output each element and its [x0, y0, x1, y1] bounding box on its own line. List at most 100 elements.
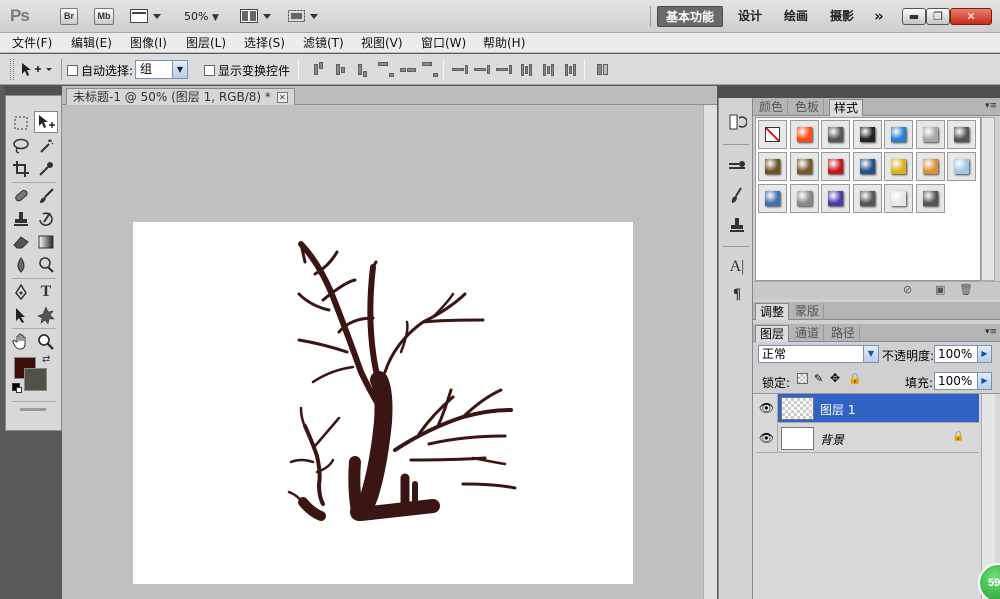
- canvas[interactable]: [133, 222, 633, 584]
- bridge-button[interactable]: Br: [60, 8, 78, 25]
- crop-tool-icon[interactable]: [9, 158, 33, 180]
- move-tool-icon[interactable]: [34, 111, 58, 133]
- tab-swatches[interactable]: 色板: [791, 99, 825, 116]
- distribute-left-icon[interactable]: [518, 62, 534, 77]
- pen-tool-icon[interactable]: [9, 281, 33, 303]
- blend-mode-dropdown[interactable]: 正常 ▼: [758, 345, 879, 363]
- delete-style-icon[interactable]: 🗑: [959, 283, 973, 296]
- zoom-level-dropdown[interactable]: 50% ▼: [184, 10, 219, 23]
- styles-scrollbar[interactable]: [981, 117, 995, 281]
- blur-tool-icon[interactable]: [9, 254, 33, 276]
- eye-icon[interactable]: 👁: [756, 424, 778, 453]
- workspace-essentials[interactable]: 基本功能: [657, 6, 724, 27]
- tab-layers[interactable]: 图层: [755, 325, 790, 342]
- menu-select[interactable]: 选择(S): [244, 35, 285, 51]
- style-swatch[interactable]: [758, 184, 787, 213]
- layer-row-layer-1[interactable]: 👁 图层 1: [756, 394, 979, 423]
- new-style-icon[interactable]: ▣: [935, 283, 945, 296]
- style-swatch[interactable]: [947, 152, 976, 181]
- menu-view[interactable]: 视图(V): [361, 35, 403, 51]
- clone-source-panel-icon[interactable]: [727, 216, 747, 236]
- panel-menu-icon[interactable]: ▾≡: [985, 101, 997, 111]
- history-brush-tool-icon[interactable]: [34, 208, 58, 230]
- history-panel-icon[interactable]: [727, 112, 748, 132]
- style-swatch[interactable]: [852, 152, 882, 181]
- workspace-design[interactable]: 设计: [730, 6, 770, 27]
- style-swatch[interactable]: [915, 120, 945, 149]
- hand-tool-icon[interactable]: [9, 331, 33, 353]
- brush-tool-icon[interactable]: [34, 185, 58, 207]
- menu-file[interactable]: 文件(F): [12, 35, 52, 51]
- menu-help[interactable]: 帮助(H): [483, 35, 525, 51]
- style-swatch[interactable]: [789, 184, 819, 213]
- tab-adjustments[interactable]: 调整: [755, 303, 790, 320]
- distribute-top-icon[interactable]: [452, 62, 468, 77]
- menu-filter[interactable]: 滤镜(T): [303, 35, 344, 51]
- tab-masks[interactable]: 蒙版: [791, 303, 825, 320]
- style-swatch[interactable]: [915, 152, 945, 181]
- panel-header-bar[interactable]: [752, 86, 1000, 98]
- lasso-tool-icon[interactable]: [9, 135, 33, 157]
- eraser-tool-icon[interactable]: [9, 231, 33, 253]
- style-swatch[interactable]: [821, 152, 850, 181]
- distribute-bottom-icon[interactable]: [496, 62, 512, 77]
- document-tab[interactable]: 未标题-1 @ 50% (图层 1, RGB/8) * ✕: [66, 88, 295, 105]
- align-right-icon[interactable]: [422, 62, 438, 77]
- workspace-photography[interactable]: 摄影: [822, 6, 862, 27]
- align-top-icon[interactable]: [310, 62, 326, 77]
- layer-row-background[interactable]: 👁 背景 🔒: [756, 424, 979, 453]
- gradient-tool-icon[interactable]: [34, 231, 58, 253]
- tab-channels[interactable]: 通道: [791, 325, 825, 342]
- path-selection-tool-icon[interactable]: [9, 304, 33, 326]
- brush-presets-panel-icon[interactable]: [727, 156, 747, 176]
- lock-pixels-icon[interactable]: ✎: [814, 372, 823, 385]
- workspace-painting[interactable]: 绘画: [776, 6, 816, 27]
- fill-input[interactable]: 100% ▶: [934, 372, 992, 390]
- menu-image[interactable]: 图像(I): [130, 35, 167, 51]
- arrange-documents-button[interactable]: [240, 9, 272, 26]
- view-extras-button[interactable]: [130, 9, 162, 26]
- distribute-vertical-center-icon[interactable]: [474, 62, 490, 77]
- eyedropper-tool-icon[interactable]: [34, 158, 58, 180]
- style-swatch[interactable]: [758, 120, 787, 149]
- tab-paths[interactable]: 路径: [827, 325, 861, 342]
- healing-brush-tool-icon[interactable]: [9, 185, 33, 207]
- lock-position-icon[interactable]: ✥: [830, 371, 840, 385]
- fill-arrow-icon[interactable]: ▶: [977, 373, 991, 389]
- brush-panel-icon[interactable]: [727, 186, 747, 206]
- more-workspaces-icon[interactable]: »: [866, 6, 892, 27]
- menu-window[interactable]: 窗口(W): [421, 35, 466, 51]
- opacity-arrow-icon[interactable]: ▶: [977, 346, 991, 362]
- auto-select-dropdown[interactable]: 组 ▼: [135, 60, 188, 79]
- minimize-button[interactable]: ▬: [902, 8, 926, 25]
- align-vertical-center-icon[interactable]: [332, 62, 348, 77]
- close-window-button[interactable]: ✕: [950, 8, 992, 25]
- dock-header[interactable]: [718, 86, 752, 98]
- tool-preset-picker[interactable]: [20, 61, 56, 80]
- swap-colors-icon[interactable]: ⇄: [42, 354, 50, 365]
- magic-wand-tool-icon[interactable]: [34, 135, 58, 157]
- toolbar-header[interactable]: [5, 86, 62, 95]
- tab-styles[interactable]: 样式: [829, 99, 864, 116]
- style-swatch[interactable]: [852, 184, 882, 213]
- style-swatch[interactable]: [884, 152, 913, 181]
- opacity-input[interactable]: 100% ▶: [934, 345, 992, 363]
- align-left-icon[interactable]: [378, 62, 394, 77]
- style-swatch[interactable]: [947, 120, 976, 149]
- style-swatch[interactable]: [884, 120, 913, 149]
- marquee-tool-icon[interactable]: [9, 112, 33, 134]
- type-tool-icon[interactable]: T: [34, 281, 58, 303]
- mini-bridge-button[interactable]: Mb: [94, 8, 114, 25]
- restore-button[interactable]: ❐: [926, 8, 950, 25]
- eye-icon[interactable]: 👁: [756, 394, 778, 423]
- style-swatch[interactable]: [852, 120, 882, 149]
- dodge-tool-icon[interactable]: [34, 254, 58, 276]
- distribute-right-icon[interactable]: [562, 62, 578, 77]
- layers-panel-menu-icon[interactable]: ▾≡: [985, 327, 997, 337]
- background-color-swatch[interactable]: [24, 368, 47, 391]
- style-swatch[interactable]: [789, 152, 819, 181]
- style-swatch[interactable]: [758, 152, 787, 181]
- paragraph-panel-icon[interactable]: ¶: [727, 286, 747, 306]
- auto-select-checkbox[interactable]: 自动选择:: [67, 62, 133, 79]
- tab-color[interactable]: 颜色: [755, 99, 789, 116]
